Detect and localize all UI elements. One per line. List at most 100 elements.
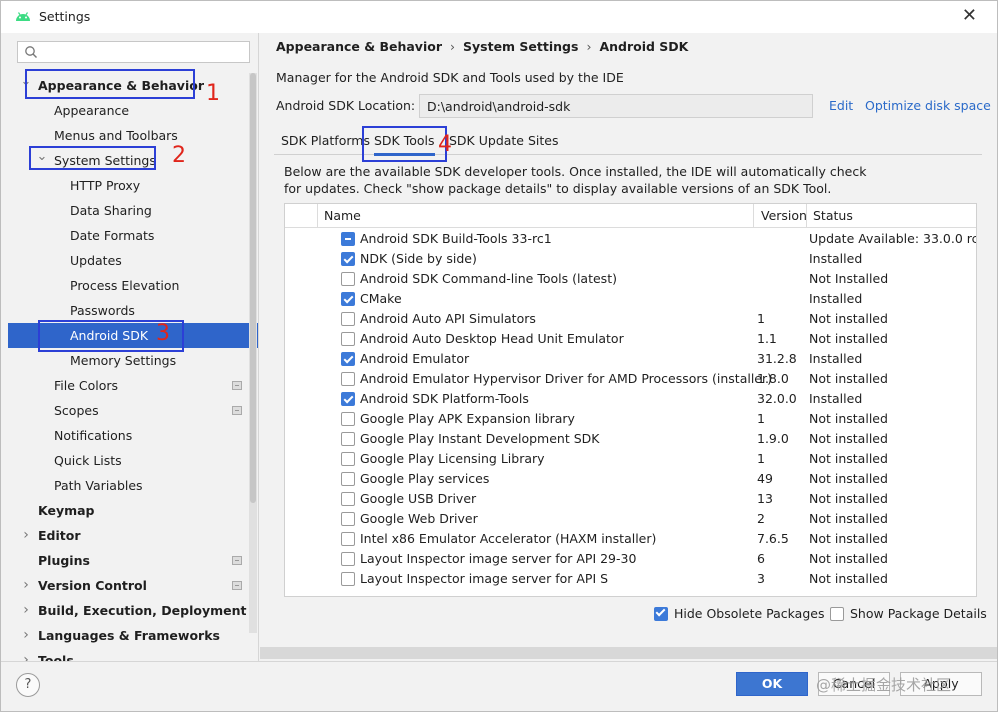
row-checkbox[interactable] — [341, 432, 355, 446]
row-checkbox[interactable] — [341, 232, 355, 246]
tab-sdk-platforms[interactable]: SDK Platforms — [281, 127, 370, 155]
sidebar-item[interactable]: › Languages & Frameworks — [8, 623, 258, 648]
ok-button[interactable]: OK — [736, 672, 808, 696]
sidebar-item[interactable]: Process Elevation — [8, 273, 258, 298]
row-checkbox[interactable] — [341, 352, 355, 366]
show-package-details-option[interactable]: Show Package Details — [830, 606, 987, 621]
table-row[interactable]: Google USB Driver 13 Not installed — [285, 489, 976, 509]
table-row[interactable]: Android Auto Desktop Head Unit Emulator 1… — [285, 329, 976, 349]
table-row[interactable]: Google Web Driver 2 Not installed — [285, 509, 976, 529]
row-status: Not installed — [809, 451, 888, 466]
column-header-status[interactable]: Status — [813, 204, 853, 228]
chevron-right-icon[interactable]: › — [20, 648, 32, 661]
tab-sdk-update-sites[interactable]: SDK Update Sites — [449, 127, 559, 155]
row-checkbox[interactable] — [341, 532, 355, 546]
chevron-right-icon[interactable]: › — [20, 598, 32, 623]
row-checkbox[interactable] — [341, 392, 355, 406]
chevron-right-icon[interactable]: › — [20, 623, 32, 648]
chevron-down-icon[interactable]: ⌄ — [20, 69, 32, 94]
sidebar-item[interactable]: HTTP Proxy — [8, 173, 258, 198]
table-row[interactable]: Android SDK Command-line Tools (latest) N… — [285, 269, 976, 289]
horizontal-scrollbar[interactable] — [260, 647, 997, 659]
column-divider[interactable] — [806, 204, 807, 228]
sidebar-item[interactable]: Passwords — [8, 298, 258, 323]
search-input[interactable] — [44, 44, 244, 60]
table-row[interactable]: Android Emulator 31.2.8 Installed — [285, 349, 976, 369]
optimize-disk-space-link[interactable]: Optimize disk space — [865, 98, 991, 113]
row-version: 1 — [757, 411, 765, 426]
sidebar-item[interactable]: Date Formats — [8, 223, 258, 248]
row-checkbox[interactable] — [341, 492, 355, 506]
row-checkbox[interactable] — [341, 552, 355, 566]
chevron-right-icon[interactable]: › — [20, 523, 32, 548]
table-row[interactable]: Android SDK Build-Tools 33-rc1 Update Ava… — [285, 229, 976, 249]
row-checkbox[interactable] — [341, 572, 355, 586]
sidebar-item[interactable]: Android SDK — [8, 323, 258, 348]
sidebar-item-label: System Settings — [54, 153, 156, 168]
sidebar-item[interactable]: Data Sharing — [8, 198, 258, 223]
sidebar-item[interactable]: Path Variables — [8, 473, 258, 498]
table-row[interactable]: Layout Inspector image server for API S 3… — [285, 569, 976, 589]
row-name: Android SDK Build-Tools 33-rc1 — [360, 231, 552, 246]
sidebar-item-label: Quick Lists — [54, 453, 122, 468]
search-box[interactable] — [17, 41, 250, 63]
show-package-details-label[interactable]: Show Package Details — [850, 606, 987, 621]
chevron-right-icon[interactable]: › — [20, 573, 32, 598]
row-status: Not installed — [809, 551, 888, 566]
row-checkbox[interactable] — [341, 252, 355, 266]
breadcrumb-item[interactable]: Appearance & Behavior — [276, 39, 442, 54]
column-header-version[interactable]: Version — [761, 204, 807, 228]
show-package-details-checkbox[interactable] — [830, 607, 844, 621]
sidebar-item[interactable]: Keymap — [8, 498, 258, 523]
chevron-down-icon[interactable]: ⌄ — [36, 144, 48, 169]
row-checkbox[interactable] — [341, 452, 355, 466]
table-row[interactable]: Intel x86 Emulator Accelerator (HAXM ins… — [285, 529, 976, 549]
column-header-name[interactable]: Name — [324, 204, 361, 228]
table-row[interactable]: Android SDK Platform-Tools 32.0.0 Installe… — [285, 389, 976, 409]
hide-obsolete-label[interactable]: Hide Obsolete Packages — [674, 606, 824, 621]
table-row[interactable]: Google Play APK Expansion library 1 Not in… — [285, 409, 976, 429]
hide-obsolete-option[interactable]: Hide Obsolete Packages — [654, 606, 824, 621]
column-divider[interactable] — [753, 204, 754, 228]
sidebar-item[interactable]: › Tools — [8, 648, 258, 661]
sidebar-item[interactable]: Updates — [8, 248, 258, 273]
sidebar-item[interactable]: Plugins — [8, 548, 258, 573]
table-row[interactable]: Google Play services 49 Not installed — [285, 469, 976, 489]
edit-link[interactable]: Edit — [829, 98, 853, 113]
row-checkbox[interactable] — [341, 332, 355, 346]
table-row[interactable]: CMake Installed — [285, 289, 976, 309]
row-checkbox[interactable] — [341, 292, 355, 306]
close-icon[interactable]: ✕ — [962, 7, 977, 25]
hide-obsolete-checkbox[interactable] — [654, 607, 668, 621]
sidebar-item[interactable]: Appearance — [8, 98, 258, 123]
table-row[interactable]: NDK (Side by side) Installed — [285, 249, 976, 269]
table-row[interactable]: Android Auto API Simulators 1 Not installe… — [285, 309, 976, 329]
row-checkbox[interactable] — [341, 272, 355, 286]
table-row[interactable]: Google Play Instant Development SDK 1.9.0… — [285, 429, 976, 449]
sidebar-item[interactable]: › Build, Execution, Deployment — [8, 598, 258, 623]
sidebar-item[interactable]: Memory Settings — [8, 348, 258, 373]
sidebar-item[interactable]: File Colors — [8, 373, 258, 398]
row-checkbox[interactable] — [341, 472, 355, 486]
sidebar-item[interactable]: › Version Control — [8, 573, 258, 598]
sidebar-item-label: Plugins — [38, 553, 90, 568]
sidebar-item[interactable]: Notifications — [8, 423, 258, 448]
sidebar-item-label: Version Control — [38, 578, 147, 593]
sidebar-scrollbar-thumb[interactable] — [250, 73, 256, 503]
row-checkbox[interactable] — [341, 312, 355, 326]
table-row[interactable]: Layout Inspector image server for API 29… — [285, 549, 976, 569]
row-checkbox[interactable] — [341, 412, 355, 426]
sidebar-item[interactable]: ⌄ Appearance & Behavior — [8, 73, 258, 98]
row-checkbox[interactable] — [341, 372, 355, 386]
row-checkbox[interactable] — [341, 512, 355, 526]
breadcrumb-item[interactable]: System Settings — [463, 39, 578, 54]
sidebar-item[interactable]: Scopes — [8, 398, 258, 423]
help-button[interactable]: ? — [16, 673, 40, 697]
sidebar-item[interactable]: ⌄ System Settings — [8, 148, 258, 173]
sidebar-item[interactable]: › Editor — [8, 523, 258, 548]
table-row[interactable]: Google Play Licensing Library 1 Not instal… — [285, 449, 976, 469]
tab-sdk-tools[interactable]: SDK Tools — [374, 127, 435, 156]
table-row[interactable]: Android Emulator Hypervisor Driver for A… — [285, 369, 976, 389]
sidebar-item[interactable]: Quick Lists — [8, 448, 258, 473]
row-name: Android Emulator — [360, 351, 470, 366]
